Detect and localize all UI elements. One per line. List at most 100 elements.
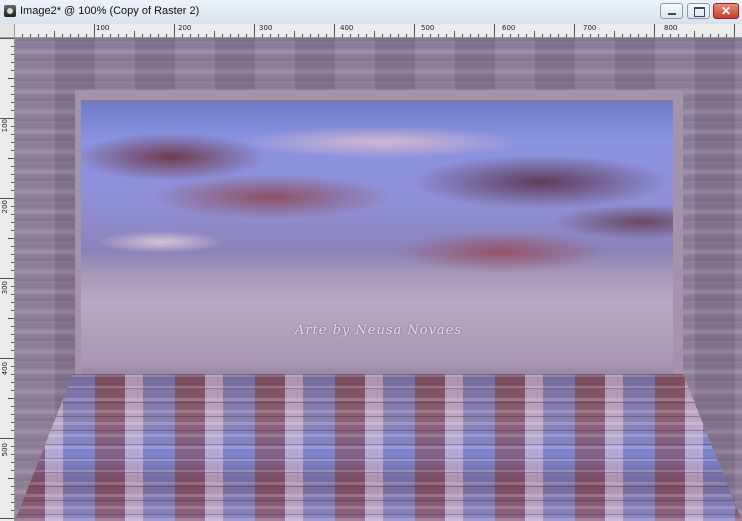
ruler-tick (0, 438, 14, 439)
ruler-label: 400 (1, 362, 9, 376)
ruler-tick (8, 318, 14, 319)
ruler-tick (254, 24, 255, 37)
ruler-tick (678, 34, 679, 37)
ruler-tick (630, 34, 631, 37)
window-title-bar[interactable]: Image2* @ 100% (Copy of Raster 2) ✕ (0, 0, 742, 25)
ruler-tick (198, 34, 199, 37)
ruler-label: 300 (259, 24, 273, 32)
ruler-tick (270, 34, 271, 37)
ruler-tick (11, 230, 14, 231)
ruler-tick (726, 34, 727, 37)
ruler-tick (262, 34, 263, 37)
ruler-tick (11, 350, 14, 351)
ruler-tick (11, 486, 14, 487)
ruler-tick (70, 34, 71, 37)
ruler-tick (22, 34, 23, 37)
ruler-tick (286, 34, 287, 37)
ruler-tick (486, 34, 487, 37)
ruler-label: 100 (1, 119, 9, 133)
ruler-tick (318, 34, 319, 37)
ruler-tick (0, 38, 14, 39)
ruler-tick (406, 34, 407, 37)
ruler-tick (11, 454, 14, 455)
ruler-tick (78, 34, 79, 37)
ruler-tick (11, 366, 14, 367)
close-button[interactable]: ✕ (713, 3, 739, 19)
ruler-tick (390, 34, 391, 37)
ruler-label: 200 (178, 24, 192, 32)
ruler-tick (278, 34, 279, 37)
image-canvas[interactable]: Arte by Neusa Novaes (15, 38, 742, 521)
ruler-tick (638, 34, 639, 37)
ruler-tick (342, 34, 343, 37)
ruler-label: 400 (340, 24, 354, 32)
ruler-tick (182, 34, 183, 37)
ruler-tick (294, 31, 295, 37)
minimize-button[interactable] (660, 3, 683, 19)
ruler-label: 200 (1, 200, 9, 214)
ruler-tick (11, 150, 14, 151)
ruler-tick (654, 24, 655, 37)
ruler-tick (30, 34, 31, 37)
ruler-tick (422, 34, 423, 37)
ruler-tick (302, 34, 303, 37)
ruler-tick (550, 34, 551, 37)
ruler-tick (598, 34, 599, 37)
ruler-tick (11, 110, 14, 111)
ruler-label: 800 (664, 24, 678, 32)
ruler-tick (11, 134, 14, 135)
ruler-tick (190, 34, 191, 37)
ruler-tick (470, 34, 471, 37)
ruler-tick (8, 478, 14, 479)
ruler-tick (134, 31, 135, 37)
ruler-label: 100 (96, 24, 110, 32)
ruler-tick (646, 34, 647, 37)
ruler-tick (0, 198, 14, 199)
ruler-tick (158, 34, 159, 37)
ruler-tick (606, 34, 607, 37)
close-icon: ✕ (720, 4, 732, 18)
ruler-tick (11, 430, 14, 431)
ruler-tick (702, 34, 703, 37)
ruler-tick (414, 24, 415, 37)
vertical-ruler: 100 200 300 400 500 (0, 24, 15, 521)
ruler-tick (206, 34, 207, 37)
ruler-tick (558, 34, 559, 37)
camera-icon (4, 5, 16, 17)
ruler-tick (510, 34, 511, 37)
ruler-tick (398, 34, 399, 37)
ruler-tick (8, 158, 14, 159)
ruler-tick (246, 34, 247, 37)
ruler-tick (366, 34, 367, 37)
ruler-tick (11, 326, 14, 327)
ruler-tick (54, 31, 55, 37)
ruler-label: 500 (1, 443, 9, 457)
ruler-tick (358, 34, 359, 37)
ruler-tick (214, 31, 215, 37)
maximize-button[interactable] (687, 3, 710, 19)
artist-signature: Arte by Neusa Novaes (294, 323, 463, 338)
ruler-tick (142, 34, 143, 37)
ruler-tick (11, 502, 14, 503)
ruler-tick (590, 34, 591, 37)
ruler-tick (0, 278, 14, 279)
ruler-tick (11, 166, 14, 167)
ruler-tick (11, 86, 14, 87)
ruler-tick (11, 382, 14, 383)
ruler-tick (446, 34, 447, 37)
ruler-tick (11, 406, 14, 407)
ruler-tick (11, 270, 14, 271)
ruler-tick (62, 34, 63, 37)
ruler-tick (11, 446, 14, 447)
ruler-tick (230, 34, 231, 37)
ruler-tick (11, 262, 14, 263)
ruler-tick (11, 174, 14, 175)
ruler-tick (614, 31, 615, 37)
ruler-tick (166, 34, 167, 37)
ruler-tick (670, 34, 671, 37)
ruler-tick (110, 34, 111, 37)
reflected-floor (15, 374, 742, 521)
ruler-tick (126, 34, 127, 37)
ruler-tick (11, 414, 14, 415)
ruler-tick (526, 34, 527, 37)
